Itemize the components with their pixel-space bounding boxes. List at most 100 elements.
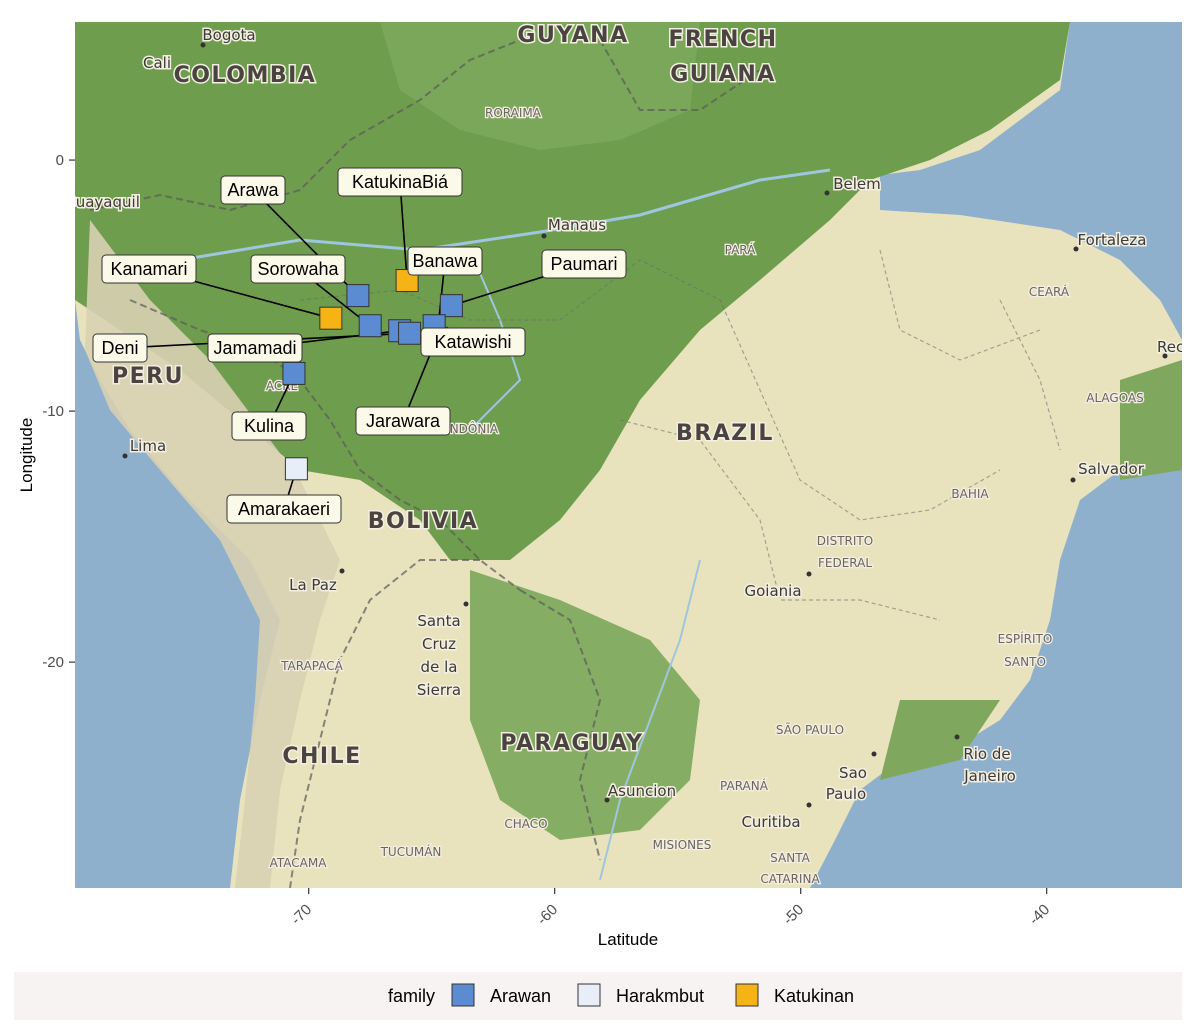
city-label-sierra: Sierra: [417, 681, 461, 699]
region-label-santo: SANTO: [1004, 655, 1046, 669]
region-label-tarapaca: TARAPACÁ: [280, 658, 344, 673]
city-label-belem: Belem: [833, 175, 881, 193]
country-label-french: FRENCH: [669, 27, 778, 52]
x-tick-label: -70: [288, 901, 315, 928]
point-deni: [398, 321, 422, 345]
city-dot-sao: [871, 751, 877, 757]
region-label-santa: SANTA: [770, 851, 810, 865]
x-tick-label: -40: [1026, 901, 1053, 928]
legend-swatch-katukinan: [735, 983, 759, 1007]
x-axis-ticks: -70 -60 -50 -40: [288, 888, 1053, 928]
point-kanamari: [319, 306, 343, 330]
city-label-guayaquil: Guayaquil: [64, 193, 140, 211]
label-text: Amarakaeri: [238, 499, 330, 519]
label-text: Sorowaha: [257, 259, 339, 279]
label-deni: Deni: [92, 333, 148, 363]
city-dot-manaus: [541, 233, 547, 239]
city-label-rio-de: Rio de: [963, 745, 1010, 763]
city-label-salvador: Salvador: [1078, 460, 1145, 478]
label-text: Paumari: [550, 254, 617, 274]
label-katukinabia: KatukinaBiá: [337, 167, 463, 197]
region-label-para: PARÁ: [725, 242, 757, 257]
region-label-atacama: ATACAMA: [270, 856, 328, 870]
label-text: Jarawara: [366, 411, 441, 431]
city-dot-rio-de: [954, 734, 960, 740]
city-label-sao: Sao: [839, 764, 867, 782]
country-label-guiana: GUIANA: [670, 62, 776, 87]
city-label-janeiro: Janeiro: [963, 767, 1016, 785]
label-jamamadi: Jamamadi: [207, 333, 303, 363]
x-tick-label: -60: [534, 901, 561, 928]
label-katawishi: Katawishi: [420, 327, 526, 357]
region-label-distrito: DISTRITO: [817, 534, 873, 548]
point-kulina: [282, 361, 306, 385]
region-label-catarina: CATARINA: [760, 872, 820, 886]
y-tick-label: -20: [42, 654, 64, 671]
label-kanamari: Kanamari: [101, 254, 197, 284]
label-arawa: Arawa: [220, 175, 286, 205]
city-label-paulo: Paulo: [826, 785, 866, 803]
region-label-espirito: ESPÍRITO: [998, 631, 1053, 646]
city-dot-salvador: [1070, 477, 1076, 483]
point-amarakaeri: [284, 457, 308, 481]
point-arawa: [346, 284, 370, 308]
legend-label-arawan: Arawan: [490, 986, 551, 1006]
city-label-fortaleza: Fortaleza: [1078, 231, 1147, 249]
country-label-chile: CHILE: [282, 744, 361, 769]
label-jarawara: Jarawara: [355, 406, 451, 436]
label-text: Deni: [101, 338, 138, 358]
city-label-cali: Cali: [143, 54, 171, 72]
city-dot-la-paz: [339, 568, 345, 574]
region-label-parana: PARANÁ: [720, 778, 769, 793]
x-axis-title: Latitude: [598, 930, 659, 949]
y-tick-label: 0: [56, 152, 64, 169]
label-amarakaeri: Amarakaeri: [226, 494, 342, 524]
city-label-curitiba: Curitiba: [741, 813, 800, 831]
y-axis-title: Longitude: [17, 418, 36, 493]
region-label-alagoas: ALAGOAS: [1086, 391, 1144, 405]
country-label-peru: PERU: [112, 364, 184, 389]
city-dot-curitiba: [806, 802, 812, 808]
label-banawa: Banawa: [407, 246, 483, 276]
legend-swatch-arawan: [451, 983, 475, 1007]
city-dot-sierra: [463, 601, 469, 607]
legend-title: family: [388, 986, 435, 1006]
point-paumari: [439, 294, 463, 318]
region-label-ceara: CEARÁ: [1029, 284, 1070, 299]
label-sorowaha: Sorowaha: [250, 254, 346, 284]
x-tick-label: -50: [780, 901, 807, 928]
region-label-federal: FEDERAL: [818, 556, 872, 570]
country-label-paraguay: PARAGUAY: [500, 731, 643, 756]
region-label-roraima: RORAIMA: [485, 106, 542, 120]
city-label-cruz: Cruz: [422, 635, 456, 653]
y-tick-label: -10: [42, 403, 64, 420]
label-kulina: Kulina: [231, 411, 307, 441]
country-label-guyana: GUYANA: [517, 23, 628, 48]
label-text: Katawishi: [434, 332, 511, 352]
label-paumari: Paumari: [541, 249, 627, 279]
city-label-la-paz: La Paz: [289, 576, 337, 594]
legend-swatch-harakmbut: [577, 983, 601, 1007]
figure: COLOMBIA GUYANA FRENCH GUIANA PERU BRAZIL BOLI…: [14, 22, 1182, 1020]
y-axis-ticks: 0 -10 -20: [42, 152, 75, 671]
label-text: Arawa: [227, 180, 279, 200]
city-dot-goiania: [806, 571, 812, 577]
label-text: KatukinaBiá: [352, 172, 449, 192]
city-label-de-la: de la: [421, 658, 458, 676]
label-text: Jamamadi: [213, 338, 296, 358]
region-label-chaco: CHACO: [504, 817, 547, 831]
label-text: Banawa: [412, 251, 478, 271]
city-label-lima: Lima: [130, 437, 166, 455]
label-text: Kulina: [244, 416, 295, 436]
city-label-santa: Santa: [417, 612, 460, 630]
label-text: Kanamari: [110, 259, 187, 279]
city-dot-lima: [122, 453, 128, 459]
terrain-basemap: [75, 22, 1182, 888]
country-label-brazil: BRAZIL: [676, 421, 774, 446]
city-label-asuncion: Asuncion: [608, 782, 676, 800]
legend: family Arawan Harakmbut Katukinan: [388, 983, 854, 1007]
country-label-bolivia: BOLIVIA: [368, 509, 478, 534]
legend-label-harakmbut: Harakmbut: [616, 986, 704, 1006]
region-label-sao-paulo: SÃO PAULO: [776, 722, 844, 737]
city-label-goiania: Goiania: [744, 582, 801, 600]
